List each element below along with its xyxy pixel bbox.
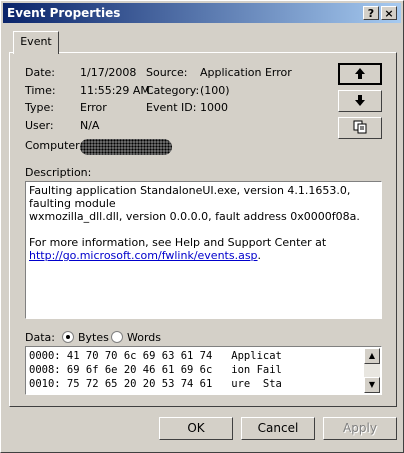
help-link[interactable]: http://go.microsoft.com/fwlink/events.as… (29, 249, 258, 262)
event-id-label: Event ID: (146, 101, 197, 114)
words-radio[interactable] (111, 331, 123, 343)
time-value: 11:55:29 AM (80, 84, 150, 97)
computer-value-redacted (80, 139, 172, 155)
type-label: Type: (25, 101, 54, 114)
arrow-down-icon (355, 95, 365, 106)
bytes-radio[interactable] (62, 331, 74, 343)
data-line: 0008: 69 6f 6e 20 46 61 69 6c ion Fail (29, 364, 282, 376)
data-line: 0010: 75 72 65 20 20 53 74 61 ure Sta (29, 378, 282, 390)
data-line: 0000: 41 70 70 6c 69 63 61 74 Applicat (29, 350, 282, 362)
copy-icon (353, 120, 367, 134)
user-value: N/A (80, 119, 100, 132)
description-textbox[interactable]: Faulting application StandaloneUI.exe, v… (25, 181, 382, 319)
category-label: Category: (146, 84, 200, 97)
type-value: Error (80, 101, 107, 114)
title-bar[interactable]: Event Properties ? × (3, 3, 401, 23)
event-properties-window: Event Properties ? × Event Date: 1/17/20… (0, 0, 404, 453)
copy-button[interactable] (338, 117, 382, 139)
cancel-button[interactable]: Cancel (241, 417, 315, 440)
scroll-up-button[interactable]: ▲ (364, 348, 380, 364)
apply-button[interactable]: Apply (323, 417, 397, 440)
scroll-down-button[interactable]: ▼ (364, 377, 380, 393)
category-value: (100) (200, 84, 230, 97)
data-scrollbar[interactable]: ▲ ▼ (364, 348, 380, 393)
data-label: Data: (25, 331, 55, 344)
description-label: Description: (25, 166, 92, 179)
window-title: Event Properties (7, 6, 121, 20)
description-line-2: wxmozilla_dll.dll, version 0.0.0.0, faul… (29, 210, 360, 223)
time-label: Time: (25, 84, 56, 97)
description-line-1: Faulting application StandaloneUI.exe, v… (29, 184, 351, 210)
source-label: Source: (146, 66, 188, 79)
user-label: User: (25, 119, 54, 132)
next-event-button[interactable] (338, 90, 382, 112)
data-textbox[interactable]: 0000: 41 70 70 6c 69 63 61 74 Applicat 0… (25, 346, 382, 395)
event-id-value: 1000 (200, 101, 228, 114)
date-label: Date: (25, 66, 55, 79)
description-line-3: For more information, see Help and Suppo… (29, 236, 327, 249)
close-button[interactable]: × (381, 6, 397, 20)
link-suffix: . (257, 249, 262, 262)
arrow-up-icon (355, 68, 365, 79)
tab-event[interactable]: Event (13, 31, 59, 54)
source-value: Application Error (200, 66, 292, 79)
help-button[interactable]: ? (363, 6, 379, 20)
previous-event-button[interactable] (338, 63, 382, 85)
computer-label: Computer: (25, 139, 84, 152)
date-value: 1/17/2008 (80, 66, 137, 79)
ok-button[interactable]: OK (159, 417, 233, 440)
bytes-label: Bytes (78, 331, 109, 344)
words-label: Words (127, 331, 162, 344)
